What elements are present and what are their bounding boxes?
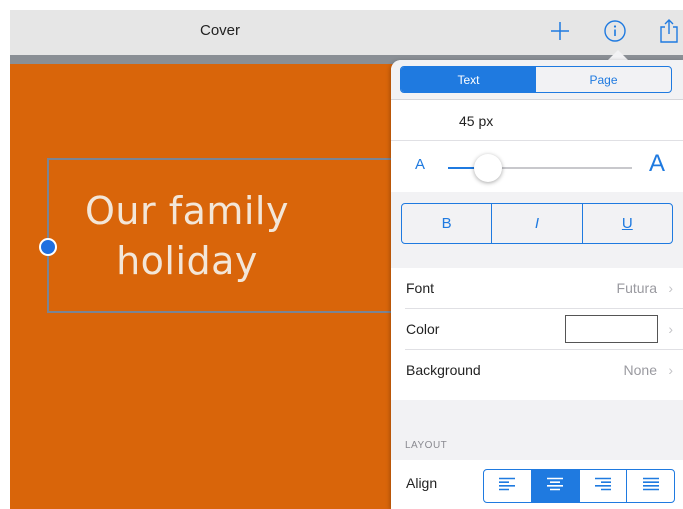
info-button[interactable] — [600, 18, 630, 48]
align-left-icon — [498, 477, 516, 496]
navigation-bar: Cover — [10, 10, 683, 55]
align-justify-button[interactable] — [626, 470, 674, 502]
align-label: Align — [406, 475, 438, 491]
large-text-icon: A — [649, 150, 666, 177]
layout-section-header: LAYOUT — [405, 440, 448, 451]
tab-page[interactable]: Page — [536, 67, 671, 92]
align-justify-icon — [642, 477, 660, 496]
text-inspector-popover: Text Page 45 px A A B I U Font Futura › — [391, 60, 683, 509]
small-text-icon: A — [415, 156, 426, 173]
align-center-icon — [546, 477, 564, 496]
slider-thumb[interactable] — [474, 154, 503, 182]
color-swatch[interactable] — [565, 315, 658, 343]
color-label: Color — [406, 321, 440, 337]
font-size-slider[interactable] — [448, 154, 632, 182]
text-box-content[interactable]: Our family holiday — [49, 186, 325, 286]
align-center-button[interactable] — [530, 470, 579, 502]
align-right-button[interactable] — [578, 470, 627, 502]
info-icon — [603, 19, 627, 48]
share-button[interactable] — [654, 18, 683, 48]
background-row[interactable]: Background None › — [391, 350, 683, 391]
font-size-row: 45 px — [391, 101, 683, 141]
app-window: Cover Our family holiday Text Page 45 px… — [10, 10, 683, 509]
chevron-right-icon: › — [668, 321, 673, 337]
chevron-right-icon: › — [668, 280, 673, 296]
font-value: Futura — [616, 280, 657, 296]
chevron-right-icon: › — [668, 362, 673, 378]
resize-handle[interactable] — [39, 238, 57, 256]
underline-button[interactable]: U — [581, 204, 672, 243]
font-size-slider-row: A A — [391, 142, 683, 192]
text-line-2: holiday — [116, 239, 258, 283]
inspector-tabs: Text Page — [400, 66, 672, 93]
selected-text-box[interactable]: Our family holiday — [47, 158, 447, 313]
layout-group-background — [391, 400, 683, 460]
background-label: Background — [406, 362, 481, 378]
alignment-buttons — [483, 469, 675, 503]
italic-button[interactable]: I — [491, 204, 581, 243]
font-row[interactable]: Font Futura › — [391, 268, 683, 309]
tab-bar-area: Text Page — [391, 60, 683, 100]
align-right-icon — [594, 477, 612, 496]
align-left-button[interactable] — [484, 470, 531, 502]
text-style-buttons: B I U — [401, 203, 673, 244]
page-title: Cover — [199, 22, 240, 39]
add-button[interactable] — [545, 18, 575, 48]
plus-icon — [549, 19, 571, 47]
tab-text[interactable]: Text — [401, 67, 536, 92]
color-row[interactable]: Color › — [391, 309, 683, 350]
share-icon — [659, 18, 679, 49]
font-size-value: 45 px — [459, 113, 494, 129]
bold-button[interactable]: B — [402, 204, 491, 243]
background-value: None — [623, 362, 657, 378]
align-row: Align — [391, 460, 683, 509]
text-line-1: Our family — [85, 189, 289, 233]
popover-arrow — [608, 50, 628, 60]
font-label: Font — [406, 280, 435, 296]
